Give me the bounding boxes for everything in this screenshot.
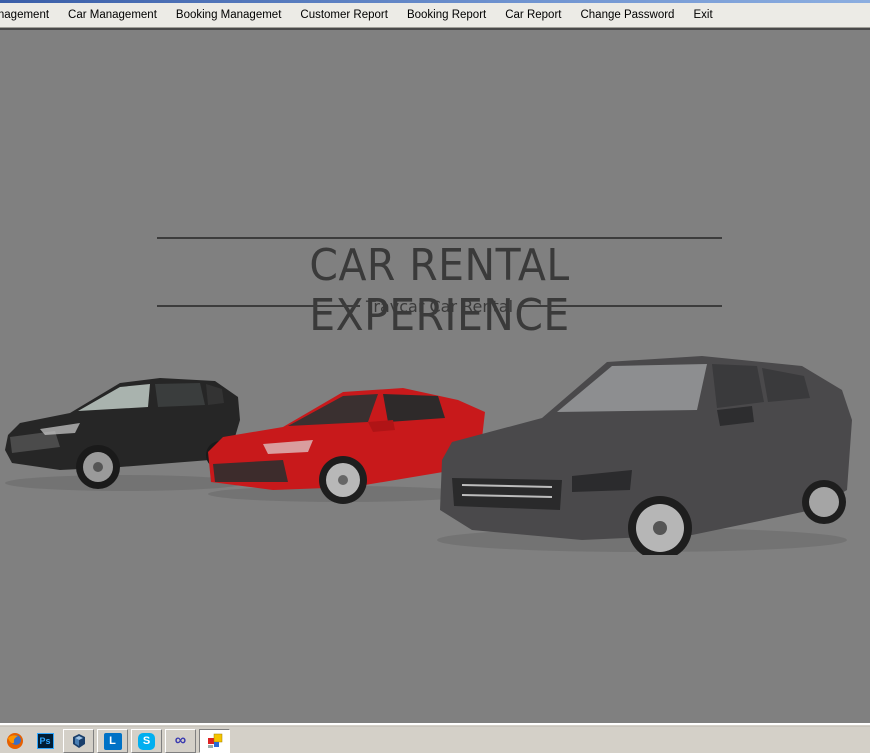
infinity-icon: ∞ [174,732,187,749]
application-window-icon [207,733,222,748]
banner-top-divider [157,237,722,239]
skype-taskbar-button[interactable]: S [131,729,162,753]
skype-icon: S [138,732,155,750]
taskbar: Ps L S ∞ [0,723,870,753]
menu-bar: anagement Car Management Booking Managem… [0,3,870,30]
firefox-icon [7,733,23,749]
menu-item-car-management[interactable]: Car Management [59,3,167,28]
grey-sedan-image [437,356,852,555]
photoshop-taskbar-button[interactable]: Ps [34,730,56,752]
menu-item-exit[interactable]: Exit [684,3,722,28]
brand-banner: CAR RENTAL EXPERIENCE Travcar Car Rental [157,237,722,341]
lync-icon: L [103,732,122,750]
virtualbox-taskbar-button[interactable] [63,729,94,753]
firefox-taskbar-button[interactable] [4,730,26,752]
virtualbox-icon [72,734,85,748]
banner-subtitle-divider-right [519,305,722,307]
photoshop-icon: Ps [36,733,54,749]
banner-title: CAR RENTAL EXPERIENCE [309,240,570,341]
menu-item-customer-report[interactable]: Customer Report [291,3,398,28]
lync-taskbar-button[interactable]: L [97,729,128,753]
menu-item-booking-report[interactable]: Booking Report [397,3,495,28]
banner-subtitle-row: Travcar Car Rental [157,295,722,317]
menu-item-change-password[interactable]: Change Password [571,3,684,28]
car-rental-app-taskbar-button[interactable] [199,729,230,753]
main-content-area: CAR RENTAL EXPERIENCE Travcar Car Rental [0,30,870,723]
infinity-app-taskbar-button[interactable]: ∞ [165,729,196,753]
menu-item-user-management[interactable]: anagement [0,3,59,28]
banner-subtitle: Travcar Car Rental [365,296,514,316]
banner-subtitle-divider-left [157,305,360,307]
menu-item-car-report[interactable]: Car Report [496,3,571,28]
menu-item-booking-management[interactable]: Booking Managemet [166,3,290,28]
